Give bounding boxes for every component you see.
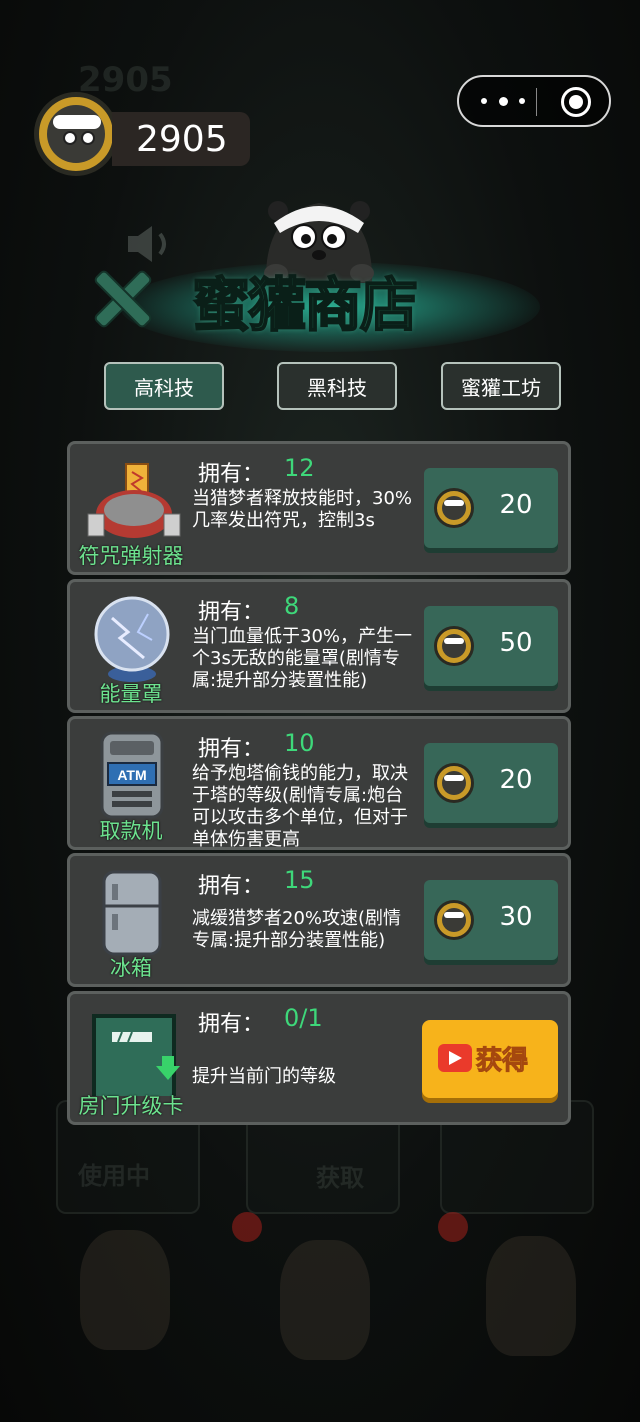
coin-icon	[434, 626, 474, 666]
item-name: 符咒弹射器	[78, 544, 184, 568]
owned-label: 拥有：	[198, 1012, 265, 1037]
item-name: 房门升级卡	[78, 1094, 184, 1118]
honey-badger-icon	[47, 105, 105, 163]
owned-label: 拥有：	[198, 874, 265, 899]
bg-character	[486, 1236, 576, 1356]
owned-count: 10	[284, 729, 315, 757]
capsule-divider	[536, 88, 537, 116]
item-description: 减缓猎梦者20%攻速(剧情专属:提升部分装置性能)	[192, 908, 402, 951]
item-description: 当猎梦者释放技能时，30%几率发出符咒，控制3s	[192, 488, 413, 531]
talisman-launcher-icon	[87, 463, 181, 538]
owned-label: 拥有：	[198, 600, 265, 625]
svg-text:ATM: ATM	[117, 767, 146, 783]
tab-black-tech[interactable]: 黑科技	[277, 362, 397, 410]
shop-item-fridge: 拥有： 15 减缓猎梦者20%攻速(剧情专属:提升部分装置性能) 冰箱 30	[67, 853, 571, 987]
coin-avatar	[34, 92, 118, 176]
bg-in-use-label: 使用中	[78, 1162, 150, 1190]
item-name: 冰箱	[110, 956, 152, 980]
shop-item-talisman-launcher: 拥有： 12 当猎梦者释放技能时，30%几率发出符咒，控制3s 符咒弹射器 20	[67, 441, 571, 575]
close-shop-button[interactable]	[92, 270, 150, 328]
bg-coin-echo: 2905	[78, 60, 173, 100]
tab-badger-workshop[interactable]: 蜜獾工坊	[441, 362, 561, 410]
item-price: 50	[499, 628, 533, 658]
owned-count: 12	[284, 454, 315, 482]
watch-ad-get-button[interactable]: 获得	[422, 1020, 558, 1098]
bg-character	[280, 1240, 370, 1360]
bg-red-dot	[438, 1212, 468, 1242]
bg-red-dot	[232, 1212, 262, 1242]
item-description: 给予炮塔偷钱的能力，取决于塔的等级(剧情专属:炮台可以攻击多个单位，但对于单体伤…	[192, 763, 408, 847]
item-name: 取款机	[99, 819, 163, 843]
speaker-icon[interactable]	[124, 222, 176, 266]
atm-icon: ATM	[100, 731, 164, 819]
energy-orb-icon	[94, 596, 170, 682]
more-dots-icon[interactable]	[481, 91, 525, 111]
door-upgrade-icon	[92, 1014, 180, 1096]
miniprogram-capsule	[457, 75, 611, 127]
shop-title: 蜜獾商店	[191, 270, 419, 340]
target-close-icon[interactable]	[561, 87, 591, 117]
shop-item-energy-shield: 拥有： 8 当门血量低于30%，产生一个3s无敌的能量罩(剧情专属:提升部分装置…	[67, 579, 571, 713]
item-description: 提升当前门的等级	[192, 1066, 336, 1087]
fridge-icon	[102, 870, 162, 956]
coin-icon	[434, 763, 474, 803]
buy-button[interactable]: 20	[424, 743, 558, 823]
item-price: 20	[499, 490, 533, 520]
bg-character	[80, 1230, 170, 1350]
buy-button[interactable]: 30	[424, 880, 558, 960]
item-price: 30	[499, 902, 533, 932]
item-description: 当门血量低于30%，产生一个3s无敌的能量罩(剧情专属:提升部分装置性能)	[192, 626, 413, 691]
video-camera-icon	[438, 1044, 472, 1072]
owned-count: 0/1	[284, 1004, 323, 1032]
shop-item-atm: ATM 拥有： 10 给予炮塔偷钱的能力，取决于塔的等级(剧情专属:炮台可以攻击…	[67, 716, 571, 850]
item-price: 20	[499, 765, 533, 795]
coin-icon	[434, 488, 474, 528]
buy-button[interactable]: 50	[424, 606, 558, 686]
owned-label: 拥有：	[198, 737, 265, 762]
buy-button[interactable]: 20	[424, 468, 558, 548]
coin-count: 2905	[112, 112, 250, 166]
item-name: 能量罩	[99, 682, 163, 706]
owned-count: 8	[284, 592, 300, 620]
get-button-label: 获得	[475, 1046, 529, 1077]
coin-icon	[434, 900, 474, 940]
owned-label: 拥有：	[198, 462, 265, 487]
bg-get-label: 获取	[316, 1164, 364, 1192]
owned-count: 15	[284, 866, 315, 894]
tab-high-tech[interactable]: 高科技	[104, 362, 224, 410]
shop-item-door-upgrade: 拥有： 0/1 提升当前门的等级 房门升级卡 获得	[67, 991, 571, 1125]
